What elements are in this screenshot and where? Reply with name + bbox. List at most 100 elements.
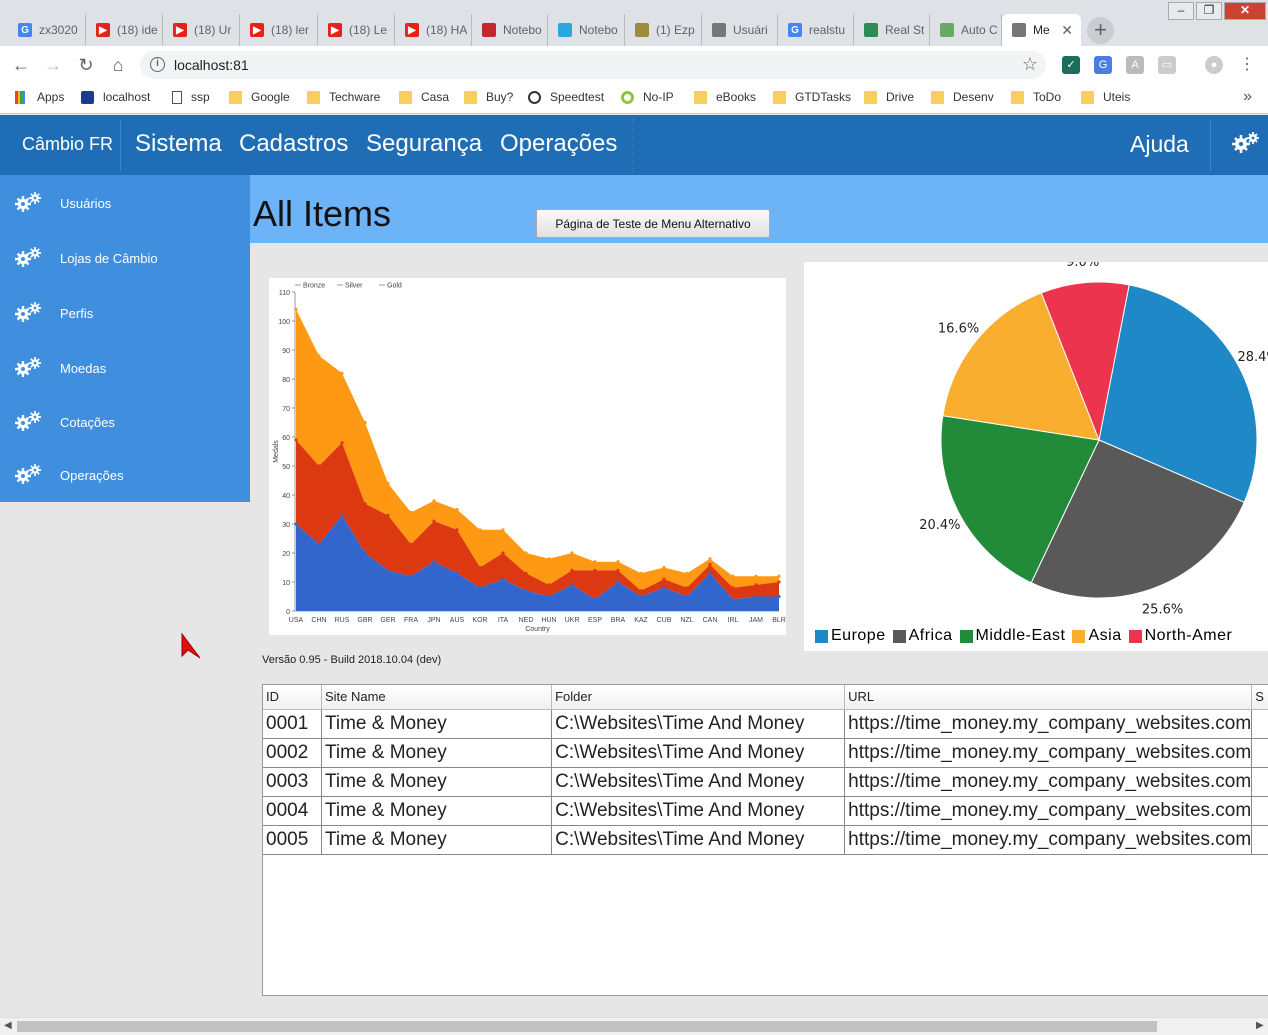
bookmark-no-ip[interactable]: No-IP: [621, 90, 674, 104]
column-header[interactable]: S: [1251, 685, 1268, 710]
data-point-silver[interactable]: [708, 563, 712, 567]
table-cell[interactable]: https://time_money.my_company_websites.c…: [844, 825, 1253, 855]
data-point-gold[interactable]: [478, 528, 482, 532]
bookmark-techware[interactable]: Techware: [307, 90, 380, 104]
table-row[interactable]: 0003 Time & Money C:\Websites\Time And Mon…: [263, 767, 1268, 797]
legend-label-gold[interactable]: Gold: [387, 283, 402, 290]
table-cell[interactable]: [1251, 767, 1268, 797]
column-header[interactable]: ID: [263, 685, 322, 710]
browser-tab[interactable]: ▶ (18) ler: [240, 14, 318, 46]
bookmark-star-icon[interactable]: ☆: [1022, 54, 1038, 75]
table-cell[interactable]: Time & Money: [321, 767, 553, 797]
chat-extension-icon[interactable]: ▭: [1158, 56, 1176, 74]
data-point-gold[interactable]: [685, 571, 689, 575]
data-point-silver[interactable]: [616, 568, 620, 572]
data-point-silver[interactable]: [409, 542, 413, 546]
browser-tab[interactable]: Grealstu: [778, 14, 854, 46]
data-point-gold[interactable]: [570, 551, 574, 555]
data-point-bronze[interactable]: [455, 571, 459, 575]
data-point-silver[interactable]: [777, 580, 781, 584]
bookmark-ssp[interactable]: ssp: [172, 90, 210, 104]
table-cell[interactable]: Time & Money: [321, 825, 553, 855]
data-point-bronze[interactable]: [547, 594, 551, 599]
table-cell[interactable]: [1251, 709, 1268, 739]
table-cell[interactable]: [1251, 796, 1268, 826]
data-point-bronze[interactable]: [501, 577, 505, 581]
table-cell[interactable]: https://time_money.my_company_websites.c…: [844, 709, 1253, 739]
alternative-menu-test-button[interactable]: Página de Teste de Menu Alternativo: [536, 209, 770, 238]
table-cell[interactable]: Time & Money: [321, 738, 553, 768]
menu-seguranca[interactable]: Segurança: [366, 130, 482, 158]
address-bar[interactable]: i localhost:81 ☆: [140, 51, 1046, 79]
settings-gear-icon[interactable]: [1232, 131, 1260, 161]
data-point-silver[interactable]: [593, 568, 597, 572]
data-point-silver[interactable]: [570, 568, 574, 572]
data-point-silver[interactable]: [317, 464, 321, 468]
close-tab-icon[interactable]: ✕: [1061, 22, 1073, 39]
data-point-bronze[interactable]: [777, 594, 781, 599]
table-cell[interactable]: 0003: [263, 767, 322, 797]
legend-item-asia[interactable]: Asia: [1072, 627, 1121, 645]
data-point-gold[interactable]: [409, 510, 413, 514]
bookmark-gtdtasks[interactable]: GTDTasks: [773, 90, 851, 104]
data-point-silver[interactable]: [432, 519, 436, 523]
legend-item-middle-east[interactable]: Middle-East: [959, 627, 1066, 645]
data-point-silver[interactable]: [639, 589, 643, 593]
data-point-gold[interactable]: [317, 354, 321, 358]
browser-tab[interactable]: ▶ (18) Ur: [163, 14, 240, 46]
data-point-bronze[interactable]: [478, 586, 482, 590]
data-point-bronze[interactable]: [662, 586, 666, 590]
bookmark-localhost[interactable]: localhost: [81, 90, 150, 104]
table-cell[interactable]: 0001: [263, 709, 322, 739]
table-cell[interactable]: Time & Money: [321, 709, 553, 739]
table-row[interactable]: 0001 Time & Money C:\Websites\Time And Mon…: [263, 709, 1268, 739]
data-point-gold[interactable]: [386, 481, 390, 485]
data-point-silver[interactable]: [547, 583, 551, 587]
table-cell[interactable]: https://time_money.my_company_websites.c…: [844, 796, 1253, 826]
new-tab-button[interactable]: +: [1087, 17, 1114, 44]
info-icon[interactable]: i: [150, 57, 165, 72]
data-point-bronze[interactable]: [708, 571, 712, 575]
scrollbar-thumb[interactable]: [17, 1021, 1157, 1032]
data-point-gold[interactable]: [455, 507, 459, 512]
table-row[interactable]: 0004 Time & Money C:\Websites\Time And Mon…: [263, 796, 1268, 826]
data-point-silver[interactable]: [501, 551, 505, 555]
data-point-bronze[interactable]: [570, 583, 574, 587]
bookmark-casa[interactable]: Casa: [399, 90, 449, 104]
url-text[interactable]: localhost:81: [174, 57, 249, 73]
table-cell[interactable]: C:\Websites\Time And Money: [551, 709, 846, 739]
data-point-silver[interactable]: [455, 528, 459, 532]
translate-extension-icon[interactable]: G: [1094, 56, 1112, 74]
more-bookmarks-icon[interactable]: »: [1243, 88, 1252, 106]
data-point-bronze[interactable]: [685, 594, 689, 599]
pdf-extension-icon[interactable]: A: [1126, 56, 1144, 74]
data-point-gold[interactable]: [501, 528, 505, 532]
browser-tab[interactable]: Auto C: [930, 14, 1002, 46]
browser-tab[interactable]: Real St: [854, 14, 930, 46]
browser-tab[interactable]: ▶ (18) ide: [86, 14, 163, 46]
data-point-silver[interactable]: [478, 565, 482, 570]
browser-tab[interactable]: Usuári: [702, 14, 778, 46]
extension-check-icon[interactable]: ✓: [1062, 56, 1080, 74]
bookmark-desenv[interactable]: Desenv: [931, 90, 994, 104]
data-point-bronze[interactable]: [593, 597, 597, 601]
sidebar-item-perfis[interactable]: Perfis: [0, 288, 250, 338]
data-point-gold[interactable]: [708, 557, 712, 561]
browser-tab[interactable]: Notebo: [472, 14, 548, 46]
browser-tab[interactable]: Notebo: [548, 14, 625, 46]
data-point-bronze[interactable]: [409, 574, 413, 578]
table-cell[interactable]: 0002: [263, 738, 322, 768]
data-point-silver[interactable]: [294, 438, 298, 442]
bookmark-google[interactable]: Google: [229, 90, 290, 104]
table-cell[interactable]: C:\Websites\Time And Money: [551, 796, 846, 826]
legend-item-europe[interactable]: Europe: [815, 627, 886, 645]
column-header[interactable]: Site Name: [321, 685, 553, 710]
table-cell[interactable]: [1251, 738, 1268, 768]
legend-label-silver[interactable]: Silver: [345, 283, 363, 290]
data-point-bronze[interactable]: [317, 542, 321, 546]
data-point-silver[interactable]: [754, 583, 758, 587]
data-point-bronze[interactable]: [639, 594, 643, 599]
browser-tab[interactable]: ▶ (18) Le: [318, 14, 395, 46]
table-cell[interactable]: C:\Websites\Time And Money: [551, 767, 846, 797]
bookmark-ebooks[interactable]: eBooks: [694, 90, 756, 104]
